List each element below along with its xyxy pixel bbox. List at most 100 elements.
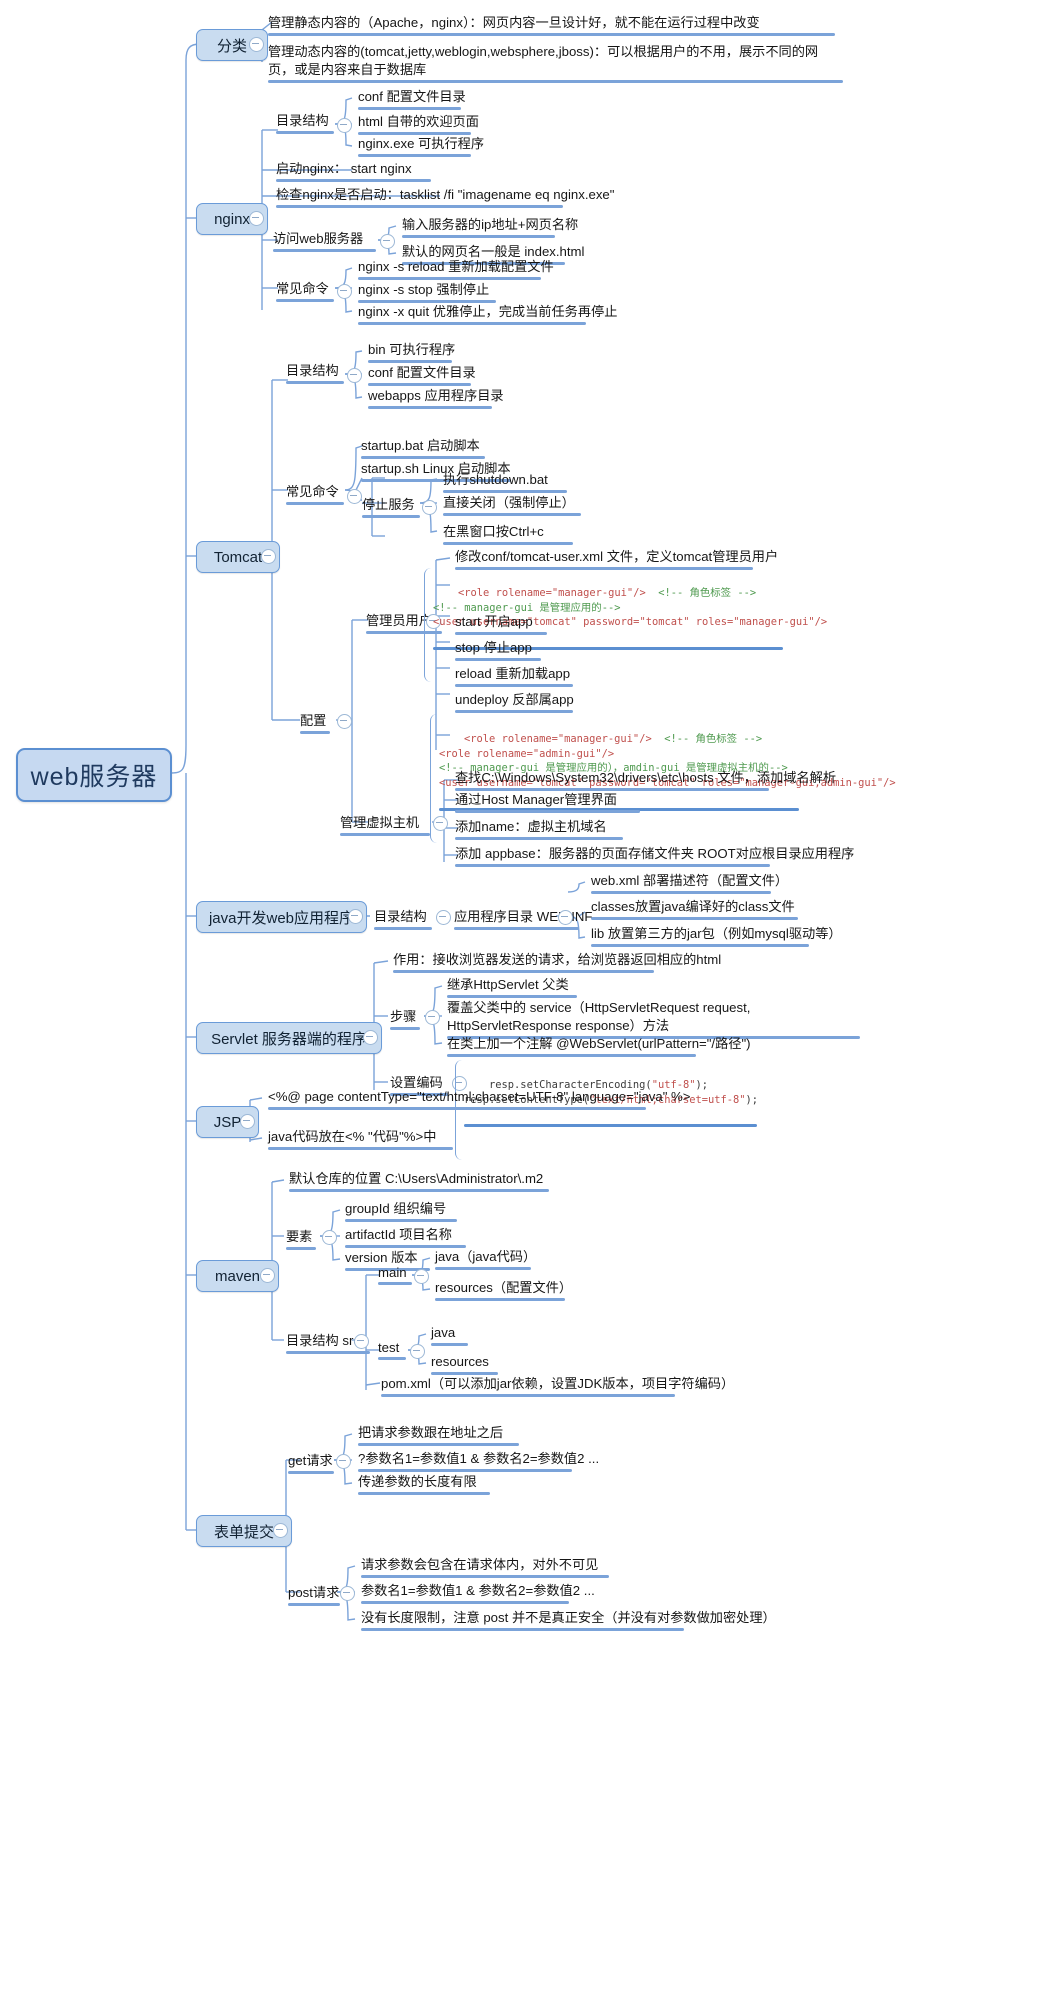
fenlei-item-static[interactable]: 管理静态内容的（Apache，nginx）：网页内容一旦设计好，就不能在运行过程… [265,14,838,39]
nginx-dir-label[interactable]: 目录结构 [276,110,334,134]
tomcat-admin-reload[interactable]: reload 重新加载app [452,665,576,690]
form-post-item-2[interactable]: 参数名1=参数值1 & 参数名2=参数值2 ... [358,1582,595,1607]
maven-repo[interactable]: 默认仓库的位置 C:\Users\Administrator\.m2 [286,1170,552,1195]
servlet-step-extends[interactable]: 继承HttpServlet 父类 [444,976,580,1001]
underline [443,541,573,545]
servlet-role[interactable]: 作用：接收浏览器发送的请求，给浏览器返回相应的html [390,951,721,976]
text: stop 停止app [455,640,532,655]
root-node[interactable]: web服务器 [16,748,172,802]
tomcat-vhost-manager[interactable]: 通过Host Manager管理界面 [452,791,643,816]
tomcat-dir-label[interactable]: 目录结构 [286,360,344,384]
servlet-steps-label[interactable]: 步骤 [390,1006,420,1030]
tomcat-admin-stop[interactable]: stop 停止app [452,639,544,664]
toggle-nginx-cmd[interactable] [337,284,352,299]
nginx-cmd-quit[interactable]: nginx -x quit 优雅停止，完成当前任务再停止 [355,303,617,328]
fenlei-item-dynamic[interactable]: 管理动态内容的(tomcat,jetty,weblogin,websphere,… [265,43,846,86]
toggle-tomcat-vhost[interactable] [433,816,448,831]
form-get-item-1[interactable]: 把请求参数跟在地址之后 [355,1424,522,1449]
underline [289,1188,549,1192]
toggle-servlet[interactable] [363,1030,378,1045]
toggle-tomcat-config[interactable] [337,714,352,729]
toggle-jsp[interactable] [240,1114,255,1129]
tomcat-vhost-appbase[interactable]: 添加 appbase：服务器的页面存储文件夹 ROOT对应根目录应用程序 [452,845,854,870]
form-post-label[interactable]: post请求 [288,1582,340,1606]
underline [455,836,623,840]
branch-servlet[interactable]: Servlet 服务器端的程序 [196,1022,382,1054]
servlet-step-annotation[interactable]: 在类上加一个注解 @WebServlet(urlPattern="/路径") [444,1035,751,1060]
toggle-javaweb-webinf[interactable] [558,910,573,925]
form-post-item-1[interactable]: 请求参数会包含在请求体内，对外不可见 [358,1556,612,1581]
maven-main-java[interactable]: java（java代码） [432,1248,536,1273]
tomcat-vhost-label[interactable]: 管理虚拟主机 [340,812,430,836]
nginx-dir-item-exe[interactable]: nginx.exe 可执行程序 [355,135,484,160]
tomcat-vhost-name[interactable]: 添加name：虚拟主机域名 [452,818,626,843]
tomcat-config-label[interactable]: 配置 [300,710,330,734]
underline [358,1491,490,1495]
maven-test-java[interactable]: java [428,1324,471,1349]
nginx-cmd-label[interactable]: 常见命令 [276,278,334,302]
toggle-tomcat-dir[interactable] [347,368,362,383]
tomcat-cmd-label[interactable]: 常见命令 [286,481,344,505]
toggle-fenlei[interactable] [249,37,264,52]
maven-elem-label[interactable]: 要素 [286,1226,316,1250]
text: conf 配置文件目录 [368,365,476,380]
toggle-nginx[interactable] [249,211,264,226]
text: 默认仓库的位置 C:\Users\Administrator\.m2 [289,1171,544,1186]
tomcat-admin-start[interactable]: start 开启app [452,613,550,638]
toggle-javaweb[interactable] [348,909,363,924]
form-post-item-3[interactable]: 没有长度限制，注意 post 并不是真正安全（并没有对参数做加密处理） [358,1609,776,1634]
text: nginx.exe 可执行程序 [358,136,485,151]
toggle-servlet-steps[interactable] [425,1010,440,1025]
javaweb-classes[interactable]: classes放置java编译好的class文件 [588,898,801,923]
tomcat-stop-shutdown[interactable]: 执行shutdown.bat [440,471,570,496]
nginx-visit-item-ip[interactable]: 输入服务器的ip地址+网页名称 [399,216,578,241]
underline [276,299,334,302]
toggle-nginx-visit[interactable] [380,234,395,249]
tomcat-stop-label[interactable]: 停止服务 [362,494,420,518]
toggle-form-get[interactable] [336,1454,351,1469]
jsp-scriptlet[interactable]: java代码放在<% "代码"%>中 [265,1128,456,1153]
jsp-directive[interactable]: <%@ page contentType="text/html;charset=… [265,1088,690,1113]
toggle-maven-elem[interactable] [322,1230,337,1245]
form-get-item-3[interactable]: 传递参数的长度有限 [355,1473,493,1498]
toggle-nginx-dir[interactable] [337,118,352,133]
toggle-javaweb-dir[interactable] [436,910,451,925]
tomcat-dir-bin[interactable]: bin 可执行程序 [365,341,455,366]
nginx-check[interactable]: 检查nginx是否启动：tasklist /fi "imagename eq n… [273,186,614,211]
javaweb-webxml[interactable]: web.xml 部署描述符（配置文件） [588,872,788,897]
tomcat-stop-ctrlc[interactable]: 在黑窗口按Ctrl+c [440,523,576,548]
maven-pom[interactable]: pom.xml（可以添加jar依赖，设置JDK版本，项目字符编码） [378,1375,734,1400]
text: java代码放在<% "代码"%>中 [268,1129,437,1144]
tomcat-stop-force[interactable]: 直接关闭（强制停止） [440,494,584,519]
toggle-tomcat[interactable] [261,549,276,564]
maven-main-label[interactable]: main [378,1265,412,1285]
tomcat-admin-undeploy[interactable]: undeploy 反部属app [452,691,576,716]
underline [361,1600,569,1604]
text: 检查nginx是否启动：tasklist /fi "imagename eq n… [276,187,615,202]
nginx-dir-item-conf[interactable]: conf 配置文件目录 [355,88,466,113]
tomcat-dir-webapps[interactable]: webapps 应用程序目录 [365,387,504,412]
javaweb-lib[interactable]: lib 放置第三方的jar包（例如mysql驱动等） [588,925,842,950]
toggle-maven-dir[interactable] [354,1334,369,1349]
toggle-tomcat-stop[interactable] [422,500,437,515]
nginx-visit-label[interactable]: 访问web服务器 [273,228,376,252]
toggle-maven-test[interactable] [410,1344,425,1359]
maven-test-label[interactable]: test [378,1340,406,1360]
nginx-start[interactable]: 启动nginx： start nginx [273,160,434,185]
toggle-tomcat-cmd[interactable] [347,489,362,504]
branch-javaweb[interactable]: java开发web应用程序 [196,901,367,933]
nginx-cmd-reload[interactable]: nginx -s reload 重新加载配置文件 [355,258,554,283]
tomcat-cmd-startup-bat[interactable]: startup.bat 启动脚本 [358,437,488,462]
toggle-form[interactable] [273,1523,288,1538]
maven-main-resources[interactable]: resources（配置文件） [432,1279,572,1304]
tomcat-dir-conf[interactable]: conf 配置文件目录 [365,364,476,389]
toggle-maven-main[interactable] [414,1269,429,1284]
toggle-maven[interactable] [260,1268,275,1283]
underline [286,1247,316,1250]
form-get-label[interactable]: get请求 [288,1450,334,1474]
text: 修改conf/tomcat-user.xml 文件，定义tomcat管理员用户 [455,549,779,564]
maven-groupid[interactable]: groupId 组织编号 [342,1200,460,1225]
form-get-item-2[interactable]: ?参数名1=参数值1 & 参数名2=参数值2 ... [355,1450,599,1475]
javaweb-dir-label[interactable]: 目录结构 [374,906,432,930]
toggle-form-post[interactable] [340,1586,355,1601]
